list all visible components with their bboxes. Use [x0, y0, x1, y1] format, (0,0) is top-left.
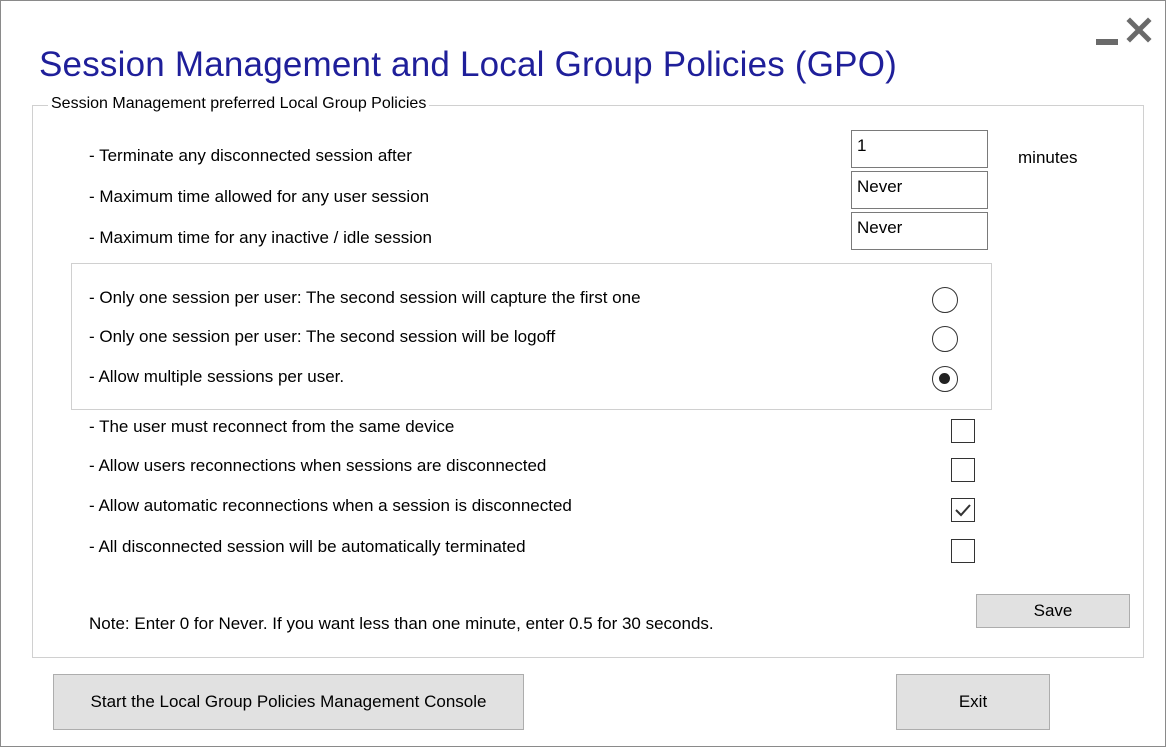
- reconnect-option-label: - Allow automatic reconnections when a s…: [89, 496, 572, 515]
- idle-session-time-label: - Maximum time for any inactive / idle s…: [89, 228, 432, 247]
- reconnect-option-label: - Allow users reconnections when session…: [89, 456, 547, 475]
- disconnected-timeout-label: - Terminate any disconnected session aft…: [89, 146, 412, 165]
- session-mode-option-label: - Allow multiple sessions per user.: [89, 367, 345, 386]
- same-device-checkbox[interactable]: [951, 419, 975, 443]
- automatic-reconnections-checkbox[interactable]: [951, 498, 975, 522]
- close-x-glyph: [1126, 17, 1152, 43]
- minutes-label: minutes: [1018, 148, 1078, 167]
- checkmark-icon: [955, 504, 971, 517]
- disconnected-timeout-input[interactable]: 1: [851, 130, 988, 168]
- capture-first-session-radio[interactable]: [932, 287, 958, 313]
- max-session-time-input[interactable]: Never: [851, 171, 988, 209]
- auto-terminate-checkbox[interactable]: [951, 539, 975, 563]
- window-title: Session Management and Local Group Polic…: [39, 45, 898, 84]
- session-mode-option-label: - Only one session per user: The second …: [89, 288, 641, 307]
- reconnect-option-label: - All disconnected session will be autom…: [89, 537, 526, 556]
- max-session-time-label: - Maximum time allowed for any user sess…: [89, 187, 430, 206]
- gpo-window: Session Management and Local Group Polic…: [0, 0, 1166, 747]
- session-mode-option-label: - Only one session per user: The second …: [89, 327, 556, 346]
- reconnect-option-label: - The user must reconnect from the same …: [89, 417, 455, 436]
- save-button[interactable]: Save: [976, 594, 1130, 628]
- start-console-button[interactable]: Start the Local Group Policies Managemen…: [53, 674, 524, 730]
- close-icon[interactable]: [1124, 15, 1154, 45]
- exit-button[interactable]: Exit: [896, 674, 1050, 730]
- groupbox-legend: Session Management preferred Local Group…: [48, 95, 430, 113]
- help-note: Note: Enter 0 for Never. If you want les…: [89, 614, 714, 633]
- logoff-second-session-radio[interactable]: [932, 326, 958, 352]
- minimize-icon[interactable]: [1096, 39, 1118, 45]
- allow-reconnections-checkbox[interactable]: [951, 458, 975, 482]
- allow-multiple-sessions-radio[interactable]: [932, 366, 958, 392]
- idle-session-time-input[interactable]: Never: [851, 212, 988, 250]
